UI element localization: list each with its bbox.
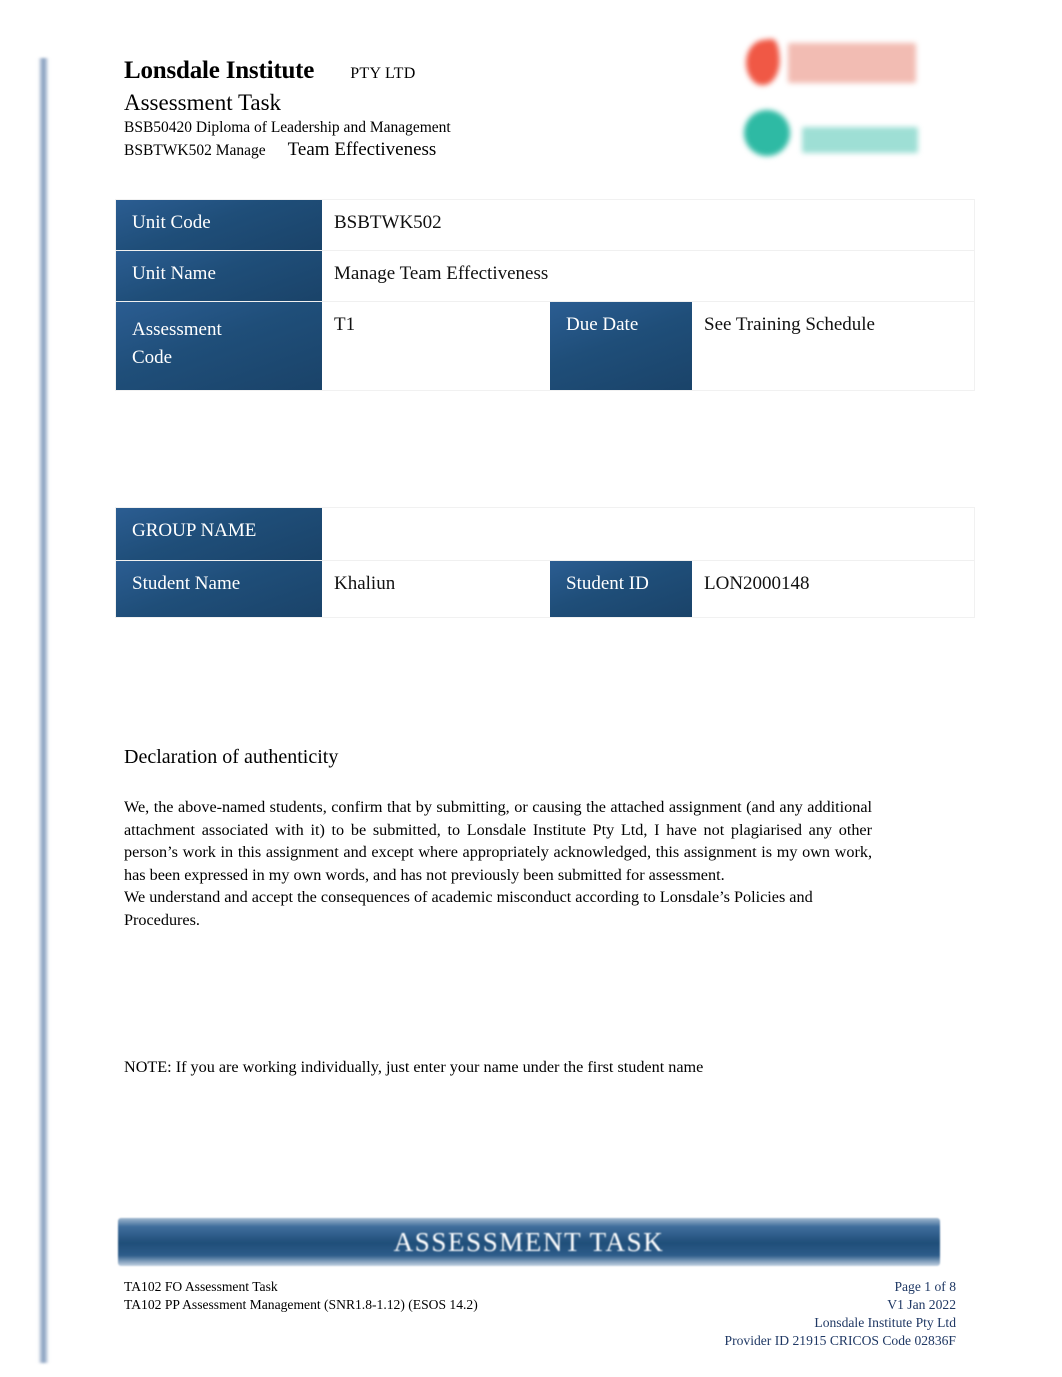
table-row: Student Name Khaliun Student ID LON20001… [116,561,974,617]
organisation-suffix: PTY LTD [350,65,416,82]
green-circle-logo [744,110,918,156]
declaration-paragraph-2: We understand and accept the consequence… [124,888,813,929]
unit-code-label: Unit Code [116,200,322,250]
organisation-title-line: Lonsdale Institute PTY LTD [124,56,744,89]
footer-right-block: Page 1 of 8 V1 Jan 2022 Lonsdale Institu… [725,1278,956,1350]
circle-icon [744,110,790,156]
unit-name-label: Unit Name [116,251,322,301]
group-name-label: GROUP NAME [116,508,322,560]
unit-code-text: BSBTWK502 Manage [124,142,266,159]
assessment-code-value[interactable]: T1 [322,302,544,390]
student-name-label: Student Name [116,561,322,617]
flame-icon [743,38,783,87]
footer-institute-name: Lonsdale Institute Pty Ltd [814,1315,956,1330]
assessment-task-banner: ASSESSMENT TASK [118,1218,940,1266]
footer-doc-code: TA102 FO Assessment Task [124,1279,278,1294]
unit-name-text: Team Effectiveness [287,139,437,160]
red-flame-logo [743,38,916,87]
green-wordmark [802,127,918,153]
due-date-label: Due Date [550,302,692,390]
declaration-note: NOTE: If you are working individually, j… [124,1058,704,1076]
red-wordmark [788,42,916,83]
student-id-value[interactable]: LON2000148 [692,561,974,617]
document-title: Assessment Task [124,90,282,115]
table-row: Unit Code BSBTWK502 [116,200,974,251]
footer-policy-reference: TA102 PP Assessment Management (SNR1.8-1… [124,1297,478,1312]
assessment-code-label-line2: Code [132,347,173,368]
declaration-body: We, the above-named students, confirm th… [124,796,872,932]
table-row: Assessment Code T1 Due Date See Training… [116,302,974,390]
student-name-value[interactable]: Khaliun [322,561,544,617]
unit-name-value[interactable]: Manage Team Effectiveness [322,251,974,301]
organisation-name: Lonsdale Institute [124,57,315,84]
table-row: Unit Name Manage Team Effectiveness [116,251,974,302]
document-header: Lonsdale Institute PTY LTD Assessment Tas… [124,56,744,162]
footer-left-block: TA102 FO Assessment Task TA102 PP Assess… [124,1278,478,1350]
table-row: GROUP NAME [116,508,974,561]
student-id-label: Student ID [550,561,692,617]
footer-version: V1 Jan 2022 [887,1297,956,1312]
page-left-accent-bar [38,58,49,1363]
group-name-value[interactable] [322,508,974,560]
footer-page-number: Page 1 of 8 [894,1279,956,1294]
declaration-paragraph-1: We, the above-named students, confirm th… [124,798,872,884]
declaration-heading: Declaration of authenticity [124,746,339,768]
student-details-table: GROUP NAME Student Name Khaliun Student … [116,508,974,617]
qualification-line: BSB50420 Diploma of Leadership and Manag… [124,119,451,136]
logo-group [742,34,932,174]
unit-details-table: Unit Code BSBTWK502 Unit Name Manage Tea… [116,200,974,390]
footer-provider-id: Provider ID 21915 CRICOS Code 02836F [724,1333,956,1348]
assessment-task-banner-label: ASSESSMENT TASK [393,1226,665,1257]
page-footer: TA102 FO Assessment Task TA102 PP Assess… [124,1278,956,1350]
due-date-value[interactable]: See Training Schedule [692,302,974,390]
unit-code-value[interactable]: BSBTWK502 [322,200,974,250]
assessment-code-label: Assessment Code [116,302,322,390]
unit-line: BSBTWK502 Manage Team Effectiveness [124,139,744,162]
assessment-code-label-line1: Assessment [132,319,222,340]
